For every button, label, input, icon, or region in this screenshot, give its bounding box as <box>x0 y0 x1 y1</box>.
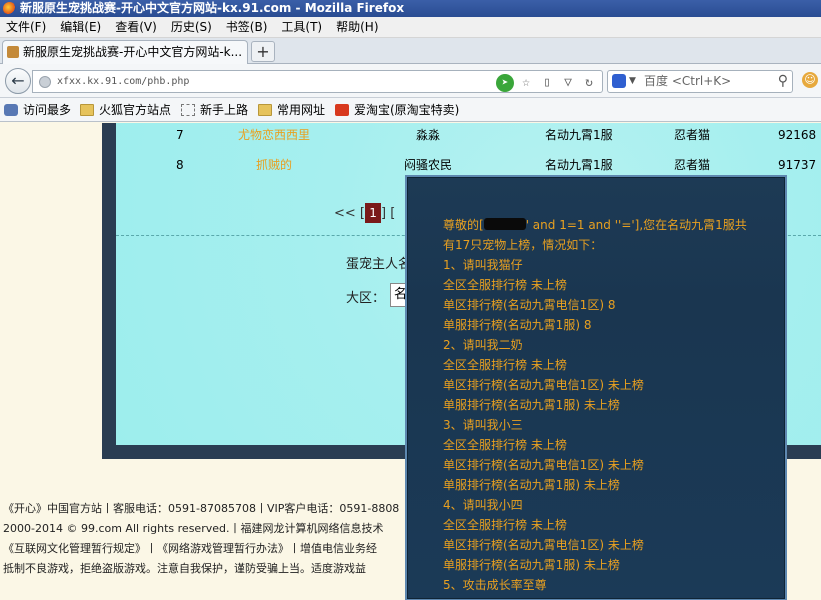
bookmark-label: 访问最多 <box>23 103 72 117</box>
bookmark-label: 爱淘宝(原淘宝特卖) <box>354 103 460 117</box>
region-label: 大区： <box>346 291 386 306</box>
menu-bar: 文件(F) 编辑(E) 查看(V) 历史(S) 书签(B) 工具(T) 帮助(H) <box>0 17 821 38</box>
popup-line: 全区全服排行榜 未上榜 <box>443 278 567 292</box>
window-title: 新服原生宠挑战赛-开心中文官方网站-kx.91.com - Mozilla Fi… <box>20 1 405 15</box>
popup-line: 单区排行榜(名动九霄电信1区) 未上榜 <box>443 378 644 392</box>
phone-icon[interactable]: ▯ <box>538 74 556 92</box>
popup-line: 单服排行榜(名动九霄1服) 未上榜 <box>443 398 620 412</box>
pet-name-link[interactable]: 抓贼的 <box>256 155 292 175</box>
popup-line: 单区排行榜(名动九霄电信1区) 8 <box>443 298 616 312</box>
score-cell: 91737 <box>778 158 817 172</box>
menu-edit[interactable]: 编辑(E) <box>53 17 108 38</box>
bookmarks-bar: 访问最多 火狐官方站点 新手上路 常用网址 爱淘宝(原淘宝特卖) <box>0 98 821 122</box>
owner-cell: 淼淼 <box>416 128 441 142</box>
popup-line: 单服排行榜(名动九霄1服) 未上榜 <box>443 558 620 572</box>
popup-line: 有17只宠物上榜，情况如下： <box>443 238 603 252</box>
menu-tools[interactable]: 工具(T) <box>274 17 329 38</box>
bookmark-label: 火狐官方站点 <box>99 103 172 117</box>
popup-line: 全区全服排行榜 未上榜 <box>443 358 567 372</box>
search-icon[interactable]: ⚲ <box>778 71 788 92</box>
dropdown-arrow-icon[interactable]: ▽ <box>559 74 577 92</box>
popup-line: 全区全服排行榜 未上榜 <box>443 518 567 532</box>
bookmark-firefox-site[interactable]: 火狐官方站点 <box>80 98 171 122</box>
footer-line: 《互联网文化管理暂行规定》丨《网络游戏管理暂行办法》丨增值电信业务经 <box>3 542 377 555</box>
pet-name-link[interactable]: 尤物恋西西里 <box>238 125 310 145</box>
menu-view[interactable]: 查看(V) <box>108 17 164 38</box>
tab-bar: 新服原生宠挑战赛-开心中文官方网站-k... + <box>0 38 821 64</box>
back-button[interactable]: ← <box>5 68 31 94</box>
tab-label: 新服原生宠挑战赛-开心中文官方网站-k... <box>23 45 243 59</box>
go-arrow-icon[interactable]: ➤ <box>496 74 514 92</box>
address-bar[interactable]: xfxx.kx.91.com/phb.php ➤ ☆ ▯ ▽ ↻ <box>32 70 603 93</box>
baidu-engine-icon[interactable] <box>612 74 626 88</box>
type-cell: 忍者猫 <box>674 128 711 142</box>
pet-info-popup: 尊敬的[ ' and 1=1 and ''='],您在名动九霄1服共 有17只宠物… <box>405 175 787 600</box>
addon-icon[interactable]: ☺ <box>802 72 818 88</box>
pagination: << [1] [ <box>334 203 395 224</box>
menu-help[interactable]: 帮助(H) <box>329 17 385 38</box>
engine-dropdown-icon[interactable]: ▼ <box>629 71 636 92</box>
popup-line: 全区全服排行榜 未上榜 <box>443 438 567 452</box>
type-cell: 忍者猫 <box>674 158 711 172</box>
bookmark-label: 新手上路 <box>200 103 249 117</box>
greeting-prefix: 尊敬的[ <box>443 218 484 232</box>
footer-line: 《开心》中国官方站丨客服电话：0591-87085708丨VIP客户电话：059… <box>3 502 400 515</box>
greeting-suffix: ' and 1=1 and ''='],您在名动九霄1服共 <box>525 218 747 232</box>
owner-cell: 闷骚农民 <box>404 158 453 172</box>
popup-greeting: 尊敬的[ ' and 1=1 and ''='],您在名动九霄1服共 <box>443 215 783 235</box>
new-tab-button[interactable]: + <box>251 41 275 62</box>
site-favicon-icon <box>7 46 19 58</box>
server-cell: 名动九霄1服 <box>545 158 613 172</box>
bookmark-common-sites[interactable]: 常用网址 <box>258 98 325 122</box>
score-cell: 92168 <box>778 128 817 142</box>
popup-line: 5、攻击成长率至尊 <box>443 578 547 592</box>
window-title-bar: 新服原生宠挑战赛-开心中文官方网站-kx.91.com - Mozilla Fi… <box>0 0 821 17</box>
search-box[interactable]: ▼ 百度 <Ctrl+K> ⚲ <box>607 70 793 93</box>
rank-cell: 8 <box>176 158 184 172</box>
rank-cell: 7 <box>176 128 184 142</box>
page-icon <box>181 104 195 116</box>
bookmark-getting-started[interactable]: 新手上路 <box>181 98 248 122</box>
navigation-bar: ← xfxx.kx.91.com/phb.php ➤ ☆ ▯ ▽ ↻ ▼ 百度 <Ctr… <box>0 64 821 98</box>
menu-history[interactable]: 历史(S) <box>164 17 219 38</box>
footer-line: 2000-2014 © 99.com All rights reserved.丨… <box>3 522 384 535</box>
search-placeholder: 百度 <Ctrl+K> <box>644 74 732 88</box>
taobao-icon <box>335 104 349 116</box>
popup-line: 单区排行榜(名动九霄电信1区) 未上榜 <box>443 458 644 472</box>
popup-line: 1、请叫我猫仔 <box>443 258 523 272</box>
popup-line: 2、请叫我二奶 <box>443 338 523 352</box>
most-visited-icon <box>4 104 18 116</box>
page-content: 7 尤物恋西西里 淼淼 名动九霄1服 忍者猫 92168 8 抓贼的 闷骚农民 … <box>0 123 821 600</box>
tab-active[interactable]: 新服原生宠挑战赛-开心中文官方网站-k... <box>2 40 248 64</box>
prev-page-link[interactable]: << <box>334 206 356 221</box>
footer-line: 抵制不良游戏，拒绝盗版游戏。注意自我保护，谨防受骗上当。适度游戏益 <box>3 562 366 575</box>
folder-icon <box>258 104 272 116</box>
popup-line: 3、请叫我小三 <box>443 418 523 432</box>
url-text: xfxx.kx.91.com/phb.php <box>57 76 190 87</box>
redacted-username <box>483 218 526 230</box>
bookmark-most-visited[interactable]: 访问最多 <box>4 98 71 122</box>
popup-line: 单区排行榜(名动九霄电信1区) 未上榜 <box>443 538 644 552</box>
menu-file[interactable]: 文件(F) <box>0 17 53 38</box>
bookmark-aitaobao[interactable]: 爱淘宝(原淘宝特卖) <box>335 98 459 122</box>
menu-bookmarks[interactable]: 书签(B) <box>219 17 275 38</box>
firefox-icon <box>3 2 16 15</box>
popup-line: 单服排行榜(名动九霄1服) 未上榜 <box>443 478 620 492</box>
owner-name-label: 蛋宠主人名 <box>346 257 412 272</box>
bookmark-label: 常用网址 <box>277 103 326 117</box>
server-cell: 名动九霄1服 <box>545 128 613 142</box>
reload-icon[interactable]: ↻ <box>580 74 598 92</box>
popup-line: 4、请叫我小四 <box>443 498 523 512</box>
current-page[interactable]: 1 <box>365 203 382 223</box>
popup-line: 单服排行榜(名动九霄1服) 8 <box>443 318 592 332</box>
table-row: 7 尤物恋西西里 淼淼 名动九霄1服 忍者猫 92168 <box>116 125 821 145</box>
site-identity-icon[interactable] <box>39 76 51 88</box>
table-row: 8 抓贼的 闷骚农民 名动九霄1服 忍者猫 91737 <box>116 155 821 175</box>
bookmark-star-icon[interactable]: ☆ <box>517 74 535 92</box>
folder-icon <box>80 104 94 116</box>
